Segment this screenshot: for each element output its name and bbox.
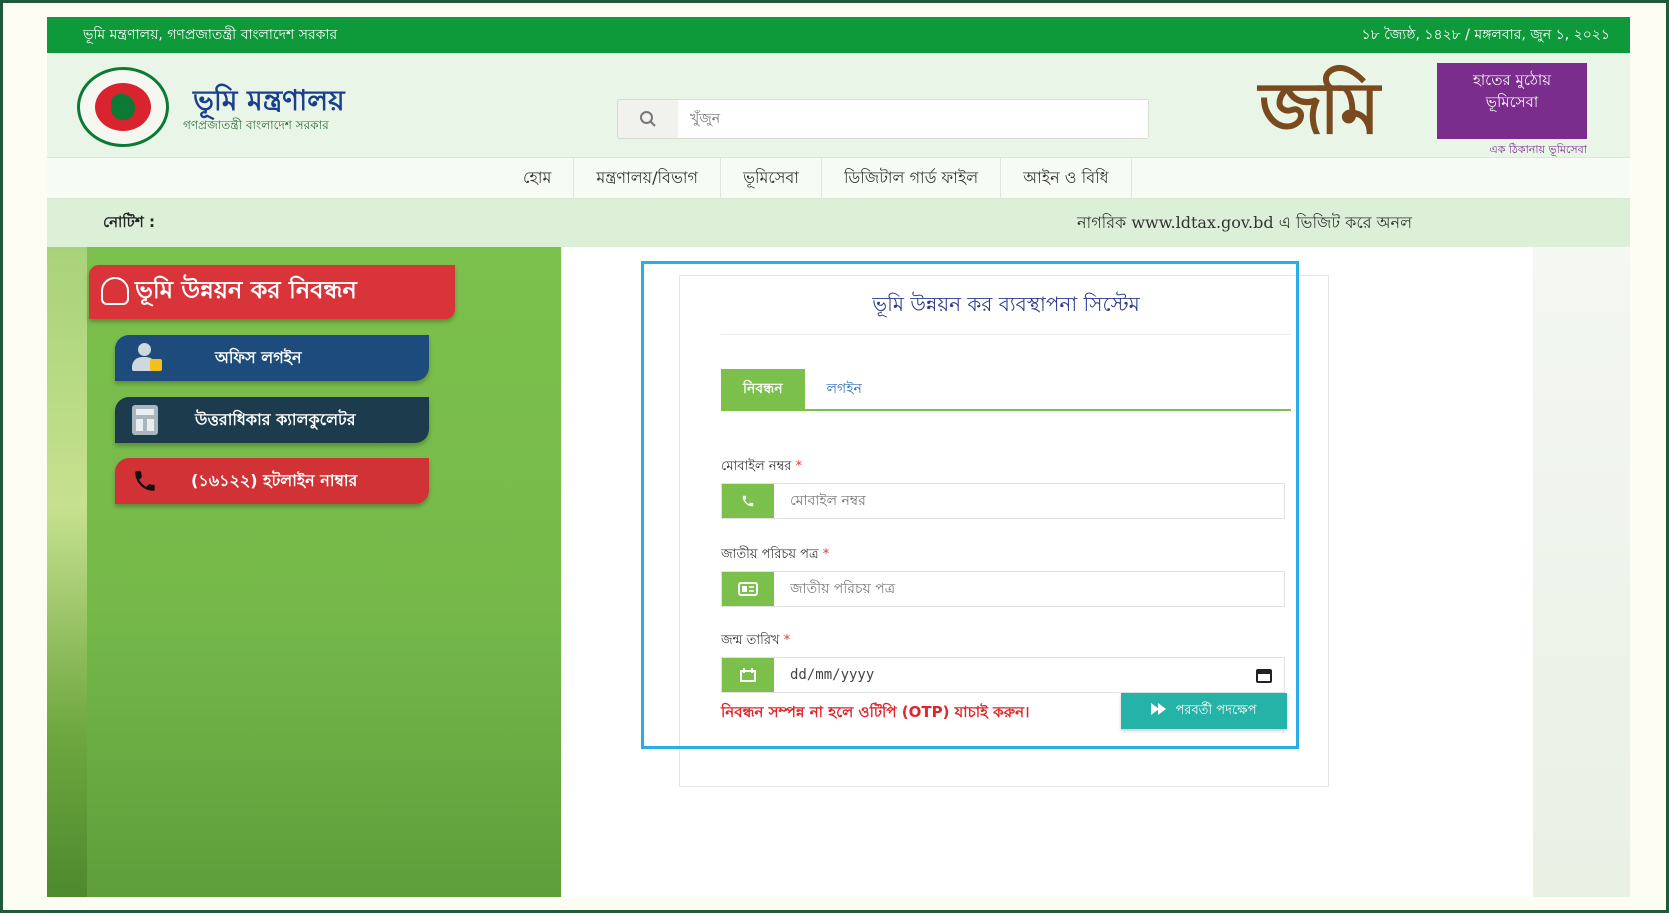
dob-input[interactable]: dd/mm/yyyy bbox=[774, 658, 1244, 692]
notice-bar: নোটিশ : নাগরিক www.ldtax.gov.bd এ ভিজিট … bbox=[47, 199, 1630, 247]
hotline-button[interactable]: (১৬১২২) হটলাইন নাম্বার bbox=[115, 458, 429, 504]
fast-forward-icon bbox=[1151, 703, 1167, 719]
office-login-button[interactable]: অফিস লগইন bbox=[115, 335, 429, 381]
required-mark: * bbox=[795, 459, 803, 474]
nid-input[interactable] bbox=[774, 572, 1284, 606]
register-banner-label: ভূমি উন্নয়ন কর নিবন্ধন bbox=[135, 276, 357, 304]
brand-subtitle: গণপ্রজাতন্ত্রী বাংলাদেশ সরকার bbox=[183, 118, 329, 132]
search-box bbox=[617, 99, 1149, 139]
id-card-icon bbox=[722, 572, 774, 606]
nav-item-law-rules[interactable]: আইন ও বিধি bbox=[1001, 158, 1132, 198]
user-lock-icon bbox=[115, 343, 175, 373]
screenshot-frame: ভূমি মন্ত্রণালয়, গণপ্রজাতন্ত্রী বাংলাদে… bbox=[0, 0, 1669, 913]
notice-ticker[interactable]: নাগরিক www.ldtax.gov.bd এ ভিজিট করে অনল bbox=[1077, 210, 1412, 237]
calculator-button[interactable]: উত্তরাধিকার ক্যালকুলেটর bbox=[115, 397, 429, 443]
nav-item-land-service[interactable]: ভূমিসেবা bbox=[721, 158, 822, 198]
calculator-label: উত্তরাধিকার ক্যালকুলেটর bbox=[195, 409, 356, 429]
next-step-label: পরবর্তী পদক্ষেপ bbox=[1175, 702, 1257, 718]
required-mark: * bbox=[822, 547, 830, 562]
jomi-badge-line1: হাতের মুঠোয় bbox=[1472, 71, 1552, 89]
phone-icon bbox=[722, 484, 774, 518]
date-picker-icon[interactable] bbox=[1244, 658, 1284, 692]
top-bar: ভূমি মন্ত্রণালয়, গণপ্রজাতন্ত্রী বাংলাদে… bbox=[47, 17, 1630, 53]
mobile-input[interactable] bbox=[774, 484, 1284, 518]
jomi-badge-line2: ভূমিসেবা bbox=[1485, 93, 1539, 111]
search-icon[interactable] bbox=[618, 100, 678, 138]
tab-registration[interactable]: নিবন্ধন bbox=[721, 369, 805, 409]
scenery-decoration bbox=[47, 247, 87, 897]
nid-label: জাতীয় পরিচয় পত্র * bbox=[721, 545, 829, 566]
ministry-text: ভূমি মন্ত্রণালয়, গণপ্রজাতন্ত্রী বাংলাদে… bbox=[83, 27, 338, 43]
required-mark: * bbox=[783, 633, 791, 648]
user-register-icon bbox=[101, 277, 129, 305]
dob-label: জন্ম তারিখ * bbox=[721, 631, 790, 652]
register-banner[interactable]: ভূমি উন্নয়ন কর নিবন্ধন bbox=[89, 265, 455, 319]
next-step-button[interactable]: পরবর্তী পদক্ষেপ bbox=[1121, 693, 1287, 729]
nid-field bbox=[721, 571, 1285, 607]
dob-field: dd/mm/yyyy bbox=[721, 657, 1285, 693]
mobile-label: মোবাইল নম্বর * bbox=[721, 457, 802, 478]
nav-item-ministry[interactable]: মন্ত্রণালয়/বিভাগ bbox=[574, 158, 722, 198]
site-header: ভূমি মন্ত্রণালয় গণপ্রজাতন্ত্রী বাংলাদেশ… bbox=[47, 53, 1630, 157]
jomi-badge: হাতের মুঠোয় ভূমিসেবা bbox=[1437, 63, 1587, 139]
mobile-field bbox=[721, 483, 1285, 519]
nid-label-text: জাতীয় পরিচয় পত্র bbox=[721, 547, 819, 562]
main-nav: হোম মন্ত্রণালয়/বিভাগ ভূমিসেবা ডিজিটাল গ… bbox=[47, 157, 1630, 199]
phone-icon bbox=[115, 468, 175, 494]
right-background bbox=[1533, 247, 1630, 897]
form-tabs: নিবন্ধন লগইন bbox=[721, 369, 1291, 411]
hotline-label: (১৬১২২) হটলাইন নাম্বার bbox=[191, 470, 358, 490]
nav-item-home[interactable]: হোম bbox=[501, 158, 575, 198]
date-text: ১৮ জ্যৈষ্ঠ, ১৪২৮ / মঙ্গলবার, জুন ১, ২০২১ bbox=[1361, 27, 1610, 43]
office-login-label: অফিস লগইন bbox=[215, 347, 302, 367]
nav-item-digital-guard-file[interactable]: ডিজিটাল গার্ড ফাইল bbox=[822, 158, 1002, 198]
calculator-icon bbox=[115, 405, 175, 435]
mobile-label-text: মোবাইল নম্বর bbox=[721, 459, 792, 474]
search-input[interactable] bbox=[678, 100, 1148, 138]
dob-label-text: জন্ম তারিখ bbox=[721, 633, 780, 648]
government-emblem-icon[interactable] bbox=[77, 67, 169, 147]
notice-label: নোটিশ : bbox=[103, 212, 155, 231]
calendar-icon bbox=[722, 658, 774, 692]
jomi-logo[interactable]: জমি bbox=[1259, 67, 1433, 149]
tab-login[interactable]: লগইন bbox=[805, 369, 884, 409]
form-title: ভূমি উন্নয়ন কর ব্যবস্থাপনা সিস্টেম bbox=[721, 273, 1291, 335]
otp-note: নিবন্ধন সম্পন্ন না হলে ওটিপি (OTP) যাচাই… bbox=[721, 703, 1030, 721]
